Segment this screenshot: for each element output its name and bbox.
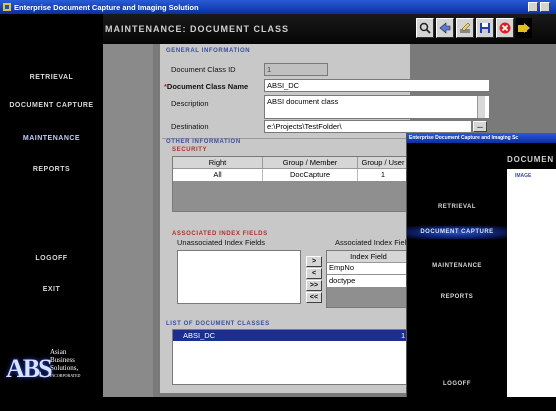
window-titlebar: Enterprise Document Capture and Imaging … [0, 0, 556, 14]
table-row-group-member[interactable]: DocCapture [263, 169, 358, 181]
classes-section-title: List of Document Classes [166, 321, 270, 327]
index-fields-section-title: Associated Index Fields [172, 231, 268, 237]
table-row-group-user[interactable]: 1 [358, 169, 409, 181]
sidebar-item-exit[interactable]: Exit [0, 286, 103, 294]
logo-text: Asian Business Solutions, INCORPORATED [50, 348, 80, 380]
save-button[interactable] [476, 18, 494, 38]
edit-icon [460, 22, 471, 33]
second-window-section: Image [515, 173, 532, 179]
remove-field-button[interactable]: < [306, 268, 322, 279]
delete-button[interactable] [496, 18, 514, 38]
class-id-label: Document Class ID [171, 65, 236, 74]
second-sidebar-item-logoff[interactable]: Logoff [407, 381, 507, 388]
logo-line-3: Solutions, [50, 364, 79, 372]
add-all-fields-button[interactable]: >> [306, 280, 322, 291]
column-header-group-user: Group / User [358, 157, 409, 169]
second-window[interactable]: Enterprise Document Capture and Imaging … [406, 133, 556, 411]
class-name-field[interactable]: ABSI_DC [264, 79, 490, 92]
unassociated-label: Unassociated Index Fields [177, 238, 265, 247]
logo-line-4: INCORPORATED [50, 373, 81, 378]
unassociated-list[interactable] [177, 250, 301, 304]
destination-field[interactable]: e:\Projects\TestFolder\ [264, 120, 472, 133]
exit-icon [518, 23, 530, 33]
list-item-selected[interactable]: ABSI_DC 1 [173, 330, 411, 341]
sidebar: Retrieval Document Capture Maintenance R… [0, 14, 103, 397]
logo-line-1: Asian [50, 348, 67, 356]
app-icon [3, 3, 11, 11]
destination-label: Destination [171, 122, 209, 131]
second-window-header: Documen [507, 155, 554, 164]
search-button[interactable] [416, 18, 434, 38]
security-table: Right Group / Member Group / User All Do… [172, 156, 409, 212]
logo-mark: ABS [6, 354, 53, 383]
associated-list[interactable]: Index Field EmpNo doctype [326, 250, 411, 308]
page-title: Maintenance: Document Class [105, 24, 289, 34]
status-bar [0, 397, 556, 411]
associated-column-header: Index Field [327, 251, 411, 263]
sidebar-item-document-capture[interactable]: Document Capture [0, 102, 103, 110]
maximize-button[interactable] [540, 2, 550, 12]
back-icon [439, 22, 451, 34]
description-scrollbar[interactable] [477, 96, 485, 118]
edit-button[interactable] [456, 18, 474, 38]
company-logo: ABS Asian Business Solutions, INCORPORAT… [6, 344, 98, 396]
sidebar-item-maintenance[interactable]: Maintenance [0, 135, 103, 143]
remove-all-fields-button[interactable]: << [306, 292, 322, 303]
second-sidebar-item-document-capture[interactable]: Document Capture [407, 226, 507, 239]
second-window-titlebar: Enterprise Document Capture and Imaging … [407, 133, 556, 143]
browse-button[interactable]: ... [473, 121, 487, 132]
add-field-button[interactable]: > [306, 256, 322, 267]
save-icon [480, 23, 490, 33]
logo-line-2: Business [50, 356, 75, 364]
second-sidebar-item-maintenance[interactable]: Maintenance [407, 263, 507, 270]
class-name-label-text: Document Class Name [166, 82, 249, 91]
column-header-right: Right [173, 157, 263, 169]
back-button[interactable] [436, 18, 454, 38]
security-title: Security [172, 147, 208, 153]
search-icon [419, 22, 431, 34]
second-sidebar-item-retrieval[interactable]: Retrieval [407, 204, 507, 211]
column-header-group-member: Group / Member [263, 157, 358, 169]
list-item[interactable]: doctype [327, 275, 411, 287]
main-panel: General Information Document Class ID 1 … [160, 44, 490, 393]
delete-icon [499, 22, 511, 34]
document-class-list[interactable]: ABSI_DC 1 [172, 329, 412, 385]
window-title: Enterprise Document Capture and Imaging … [14, 2, 199, 12]
exit-button[interactable] [516, 18, 532, 38]
sidebar-item-reports[interactable]: Reports [0, 166, 103, 174]
class-id-cell: 1 [401, 331, 406, 340]
table-row-right[interactable]: All [173, 169, 263, 181]
second-sidebar-item-reports[interactable]: Reports [407, 294, 507, 301]
list-item[interactable]: EmpNo [327, 263, 411, 274]
class-name-label: *Document Class Name [164, 82, 248, 91]
sidebar-item-retrieval[interactable]: Retrieval [0, 74, 103, 82]
sidebar-item-logoff[interactable]: Logoff [0, 255, 103, 263]
content-gutter [103, 44, 153, 397]
page-header: Maintenance: Document Class [103, 14, 556, 44]
description-label: Description [171, 99, 209, 108]
other-section-title: Other Information [166, 139, 241, 145]
description-field[interactable]: ABSI document class [264, 95, 490, 119]
general-section-title: General Information [166, 48, 251, 54]
second-window-content [507, 169, 556, 411]
minimize-button[interactable] [528, 2, 538, 12]
associated-label: Associated Index Fiel [335, 238, 407, 247]
class-name-cell: ABSI_DC [183, 331, 216, 340]
class-id-field: 1 [264, 63, 328, 76]
